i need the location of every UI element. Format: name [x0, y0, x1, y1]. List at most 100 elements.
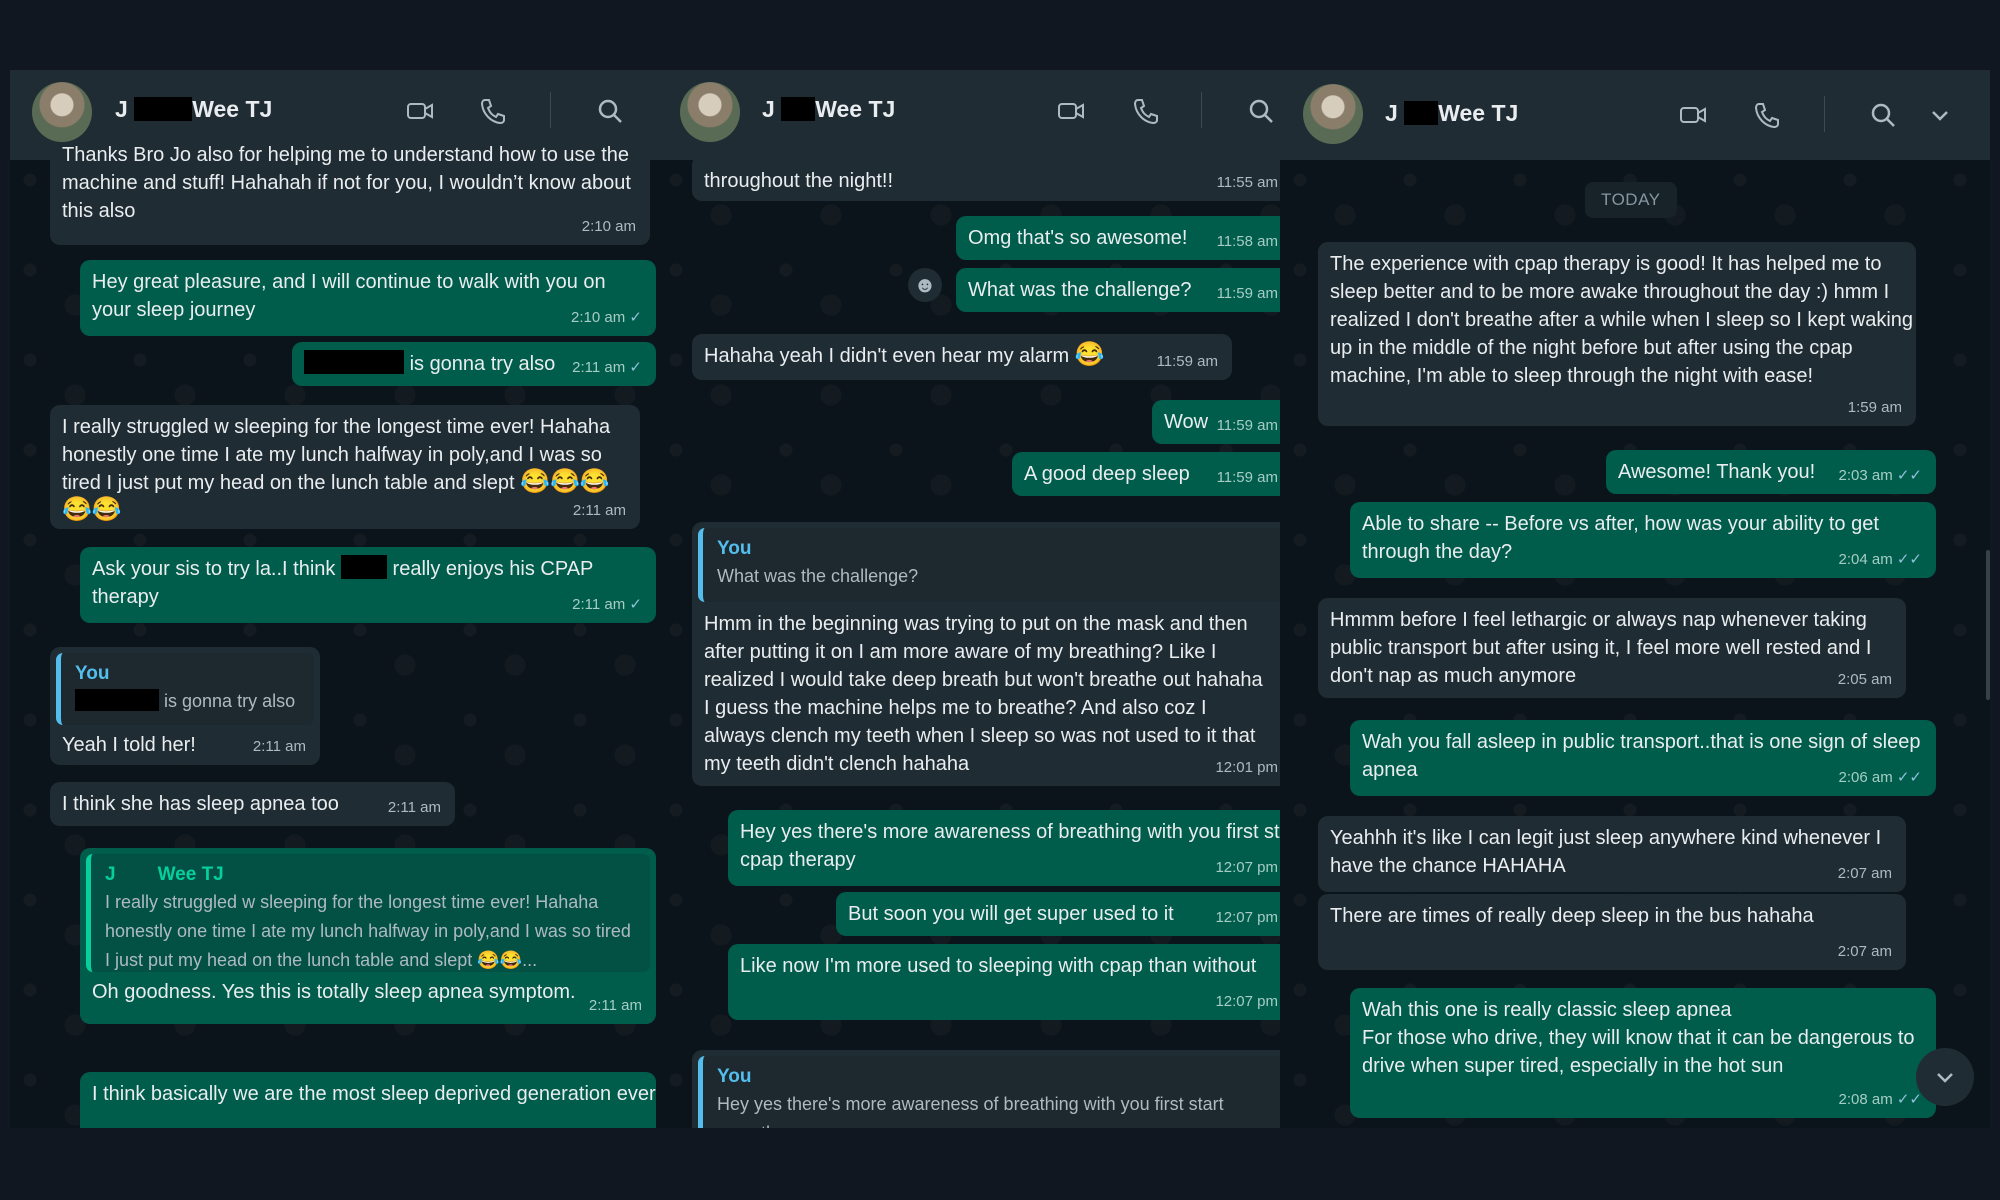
contact-name[interactable]: J Wee TJ [115, 96, 272, 123]
message-outgoing[interactable]: Able to share -- Before vs after, how wa… [1350, 502, 1936, 578]
message-time: 2:11 am [572, 359, 626, 376]
message-text: Hmm in the beginning was trying to put o… [704, 613, 1263, 775]
message-text: throughout the night!! [704, 170, 894, 192]
contact-name[interactable]: J Wee TJ [1385, 100, 1518, 127]
message-text: There are times of really deep sleep in … [1330, 905, 1814, 927]
message-text: Wow [1164, 411, 1209, 433]
message-incoming[interactable]: Hmmm before I feel lethargic or always n… [1318, 598, 1906, 698]
message-incoming[interactable]: The experience with cpap therapy is good… [1318, 242, 1916, 426]
message-text: The experience with cpap therapy is good… [1330, 253, 1914, 387]
message-text: Awesome! Thank you! [1618, 461, 1816, 483]
message-outgoing[interactable]: Ask your sis to try la..I think really e… [80, 547, 656, 623]
message-text: Hmmm before I feel lethargic or always n… [1330, 609, 1872, 687]
message-text: For those who drive, they will know that… [1362, 1027, 1915, 1077]
chat-panel-3: J Wee TJ TODAY The experience with cpap … [1280, 70, 1990, 1128]
message-time: 2:11 am [387, 799, 441, 816]
message-incoming[interactable]: Hahaha yeah I didn't even hear my alarm … [692, 334, 1232, 380]
message-outgoing[interactable]: Wow 11:59 am [1152, 400, 1280, 444]
message-incoming-reply[interactable]: You What was the challenge? Hmm in the b… [692, 522, 1280, 786]
search-icon[interactable] [595, 96, 625, 126]
quote-author: You [75, 663, 110, 684]
message-incoming[interactable]: I think she has sleep apnea too 2:11 am [50, 782, 455, 826]
message-time: 1:59 am [1847, 399, 1902, 416]
message-outgoing[interactable]: Omg that's so awesome! 11:58 am [956, 216, 1280, 260]
double-check-icon: ✓ [629, 596, 642, 613]
message-outgoing-reply[interactable]: J Wee TJ I really struggled w sleeping fo… [80, 848, 656, 1024]
scrollbar-thumb[interactable] [1986, 550, 1990, 700]
message-outgoing[interactable]: What was the challenge? 11:59 am [956, 268, 1280, 312]
message-incoming[interactable]: throughout the night!! 11:55 am [692, 155, 1280, 201]
message-time: 2:05 am [1837, 671, 1892, 688]
quoted-message[interactable]: You is gonna try also [56, 653, 314, 725]
quote-author: You [717, 1066, 752, 1087]
quote-text: What was the challenge? [717, 566, 919, 586]
contact-name[interactable]: J Wee TJ [762, 96, 895, 123]
reaction-emoji-icon[interactable]: ☻ [908, 268, 942, 302]
chat-header: J Wee TJ [656, 70, 1280, 160]
message-time: 2:07 am [1837, 865, 1892, 882]
message-time: 12:01 pm [1215, 759, 1278, 776]
quote-text: is gonna try also [164, 691, 296, 711]
message-text: Yeahhh it's like I can legit just sleep … [1330, 827, 1882, 877]
phone-call-icon[interactable] [1752, 100, 1782, 130]
message-incoming[interactable]: Thanks Bro Jo also for helping me to und… [50, 144, 650, 245]
phone-call-icon[interactable] [478, 96, 508, 126]
message-time: 2:06 am [1838, 769, 1893, 786]
search-icon[interactable] [1246, 96, 1276, 126]
message-outgoing[interactable]: Wah you fall asleep in public transport.… [1350, 720, 1936, 796]
message-time: 12:07 pm [1215, 993, 1278, 1010]
message-time: 2:04 am [1838, 551, 1893, 568]
video-call-icon[interactable] [1678, 100, 1708, 130]
message-time: 11:59 am [1216, 469, 1278, 486]
message-text: A good deep sleep [1024, 463, 1190, 485]
chevron-down-icon [1937, 1073, 1953, 1083]
message-text: Omg that's so awesome! [968, 227, 1188, 249]
avatar[interactable] [1303, 84, 1363, 144]
message-outgoing[interactable]: But soon you will get super used to it 1… [836, 892, 1280, 936]
message-incoming-reply[interactable]: You Hey yes there's more awareness of br… [692, 1050, 1280, 1128]
quote-author: You [717, 538, 752, 559]
message-outgoing[interactable]: I think basically we are the most sleep … [80, 1072, 656, 1128]
message-incoming[interactable]: Yeahhh it's like I can legit just sleep … [1318, 816, 1906, 892]
message-outgoing[interactable]: Awesome! Thank you! 2:03 am ✓✓ [1606, 450, 1936, 494]
message-incoming[interactable]: There are times of really deep sleep in … [1318, 894, 1906, 970]
message-outgoing[interactable]: Wah this one is really classic sleep apn… [1350, 988, 1936, 1118]
redaction-bar [75, 689, 159, 711]
message-outgoing[interactable]: Hey great pleasure, and I will continue … [80, 260, 656, 336]
double-check-icon: ✓✓ [1896, 1091, 1922, 1108]
quote-text: I really struggled w sleeping for the lo… [105, 892, 631, 970]
message-outgoing[interactable]: Like now I'm more used to sleeping with … [728, 944, 1280, 1020]
message-text: Ask your sis to try la..I think [92, 558, 336, 580]
message-outgoing[interactable]: A good deep sleep 11:59 am [1012, 452, 1280, 496]
message-outgoing[interactable]: is gonna try also 2:11 am ✓ [292, 342, 656, 386]
avatar[interactable] [32, 82, 92, 142]
quoted-message[interactable]: You What was the challenge? [698, 528, 1280, 602]
double-check-icon: ✓✓ [1896, 467, 1922, 484]
message-outgoing[interactable]: Hey yes there's more awareness of breath… [728, 810, 1280, 886]
search-icon[interactable] [1868, 100, 1898, 130]
message-time: 2:03 am [1838, 467, 1893, 484]
message-incoming[interactable]: I really struggled w sleeping for the lo… [50, 405, 640, 529]
message-time: 11:58 am [1216, 233, 1278, 250]
date-divider: TODAY [1585, 182, 1677, 218]
quoted-message[interactable]: You Hey yes there's more awareness of br… [698, 1056, 1280, 1128]
chat-header: J Wee TJ [1280, 70, 1990, 160]
phone-call-icon[interactable] [1131, 96, 1161, 126]
quoted-message[interactable]: J Wee TJ I really struggled w sleeping fo… [86, 854, 650, 972]
message-text: What was the challenge? [968, 279, 1192, 301]
message-time: 2:07 am [1837, 943, 1892, 960]
message-time: 2:10 am [581, 218, 636, 235]
chat-panel-1: J Wee TJ Thanks Bro Jo also for helping … [10, 70, 656, 1128]
avatar[interactable] [680, 82, 740, 142]
message-text: Wah this one is really classic sleep apn… [1362, 999, 1732, 1021]
header-divider [1201, 92, 1202, 128]
video-call-icon[interactable] [1056, 96, 1086, 126]
chevron-down-icon[interactable] [1925, 100, 1955, 130]
quote-text: Hey yes there's more awareness of breath… [717, 1094, 1224, 1128]
scroll-down-button[interactable] [1916, 1048, 1974, 1106]
message-incoming-reply[interactable]: You is gonna try also Yeah I told her! 2… [50, 647, 320, 765]
message-text: Hey yes there's more awareness of breath… [740, 821, 1280, 871]
message-time: 2:10 am [571, 309, 626, 326]
video-call-icon[interactable] [405, 96, 435, 126]
double-check-icon: ✓ [629, 359, 642, 376]
